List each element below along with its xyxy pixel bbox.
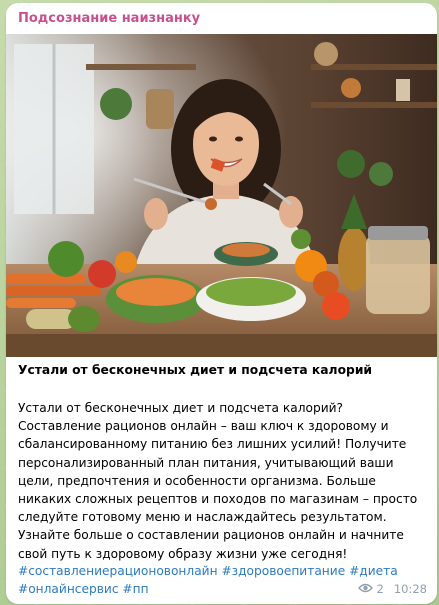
post-body: Устали от бесконечных диет и подсчета ка… — [18, 401, 418, 561]
message-time: 10:28 — [393, 582, 427, 596]
hashtag-link[interactable]: #составлениерационовонлайн — [18, 564, 218, 578]
post-title: Устали от бесконечных диет и подсчета ка… — [18, 363, 373, 377]
hashtag-link[interactable]: #пп — [122, 582, 148, 596]
eye-icon — [357, 582, 373, 596]
hashtag-link[interactable]: #онлайнсервис — [18, 582, 119, 596]
message-meta: 2 10:28 — [357, 582, 427, 596]
hashtag-link[interactable]: #диета — [349, 564, 398, 578]
channel-name[interactable]: Подсознание наизнанку — [18, 11, 200, 26]
message-card[interactable]: Подсознание наизнанку Устали от бесконеч… — [6, 3, 437, 604]
view-count: 2 — [376, 582, 384, 596]
hashtag-link[interactable]: #здоровоепитание — [221, 564, 345, 578]
post-photo[interactable] — [6, 34, 437, 357]
woman-eating-vegetables-image — [6, 34, 437, 357]
